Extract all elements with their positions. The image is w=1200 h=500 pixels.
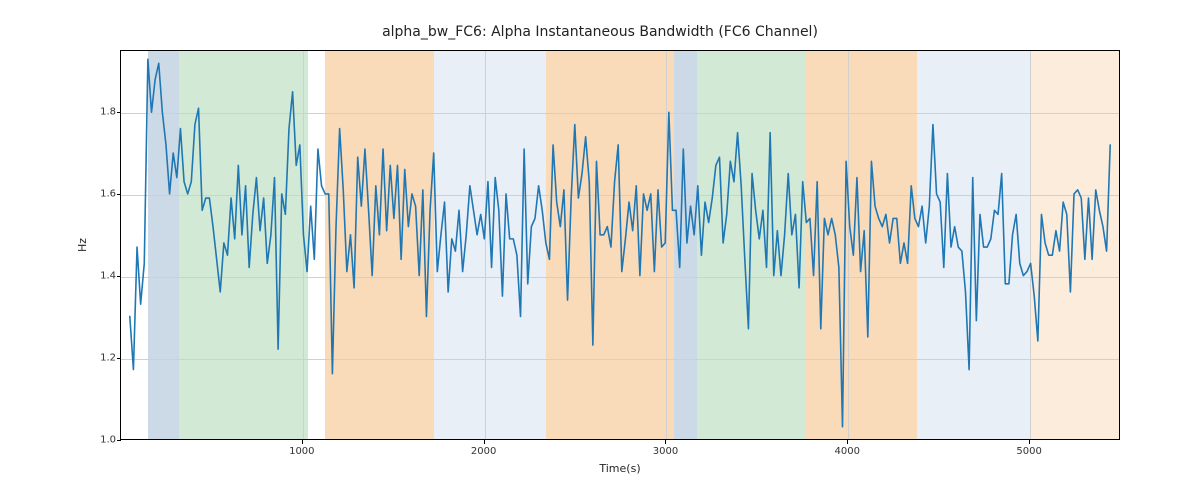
- x-tick-label: 3000: [653, 446, 678, 457]
- x-axis-label: Time(s): [120, 462, 1120, 475]
- y-tick-label: 1.8: [86, 106, 116, 117]
- line-series: [121, 51, 1119, 439]
- series-line: [130, 59, 1110, 427]
- x-tick-label: 1000: [289, 446, 314, 457]
- plot-area: [120, 50, 1120, 440]
- x-tick-label: 4000: [835, 446, 860, 457]
- chart-title: alpha_bw_FC6: Alpha Instantaneous Bandwi…: [0, 24, 1200, 40]
- figure: alpha_bw_FC6: Alpha Instantaneous Bandwi…: [0, 0, 1200, 500]
- y-tick-label: 1.2: [86, 352, 116, 363]
- y-tick-label: 1.0: [86, 435, 116, 446]
- x-tick-label: 2000: [471, 446, 496, 457]
- y-tick-label: 1.6: [86, 188, 116, 199]
- y-tick-label: 1.4: [86, 270, 116, 281]
- x-tick-label: 5000: [1016, 446, 1041, 457]
